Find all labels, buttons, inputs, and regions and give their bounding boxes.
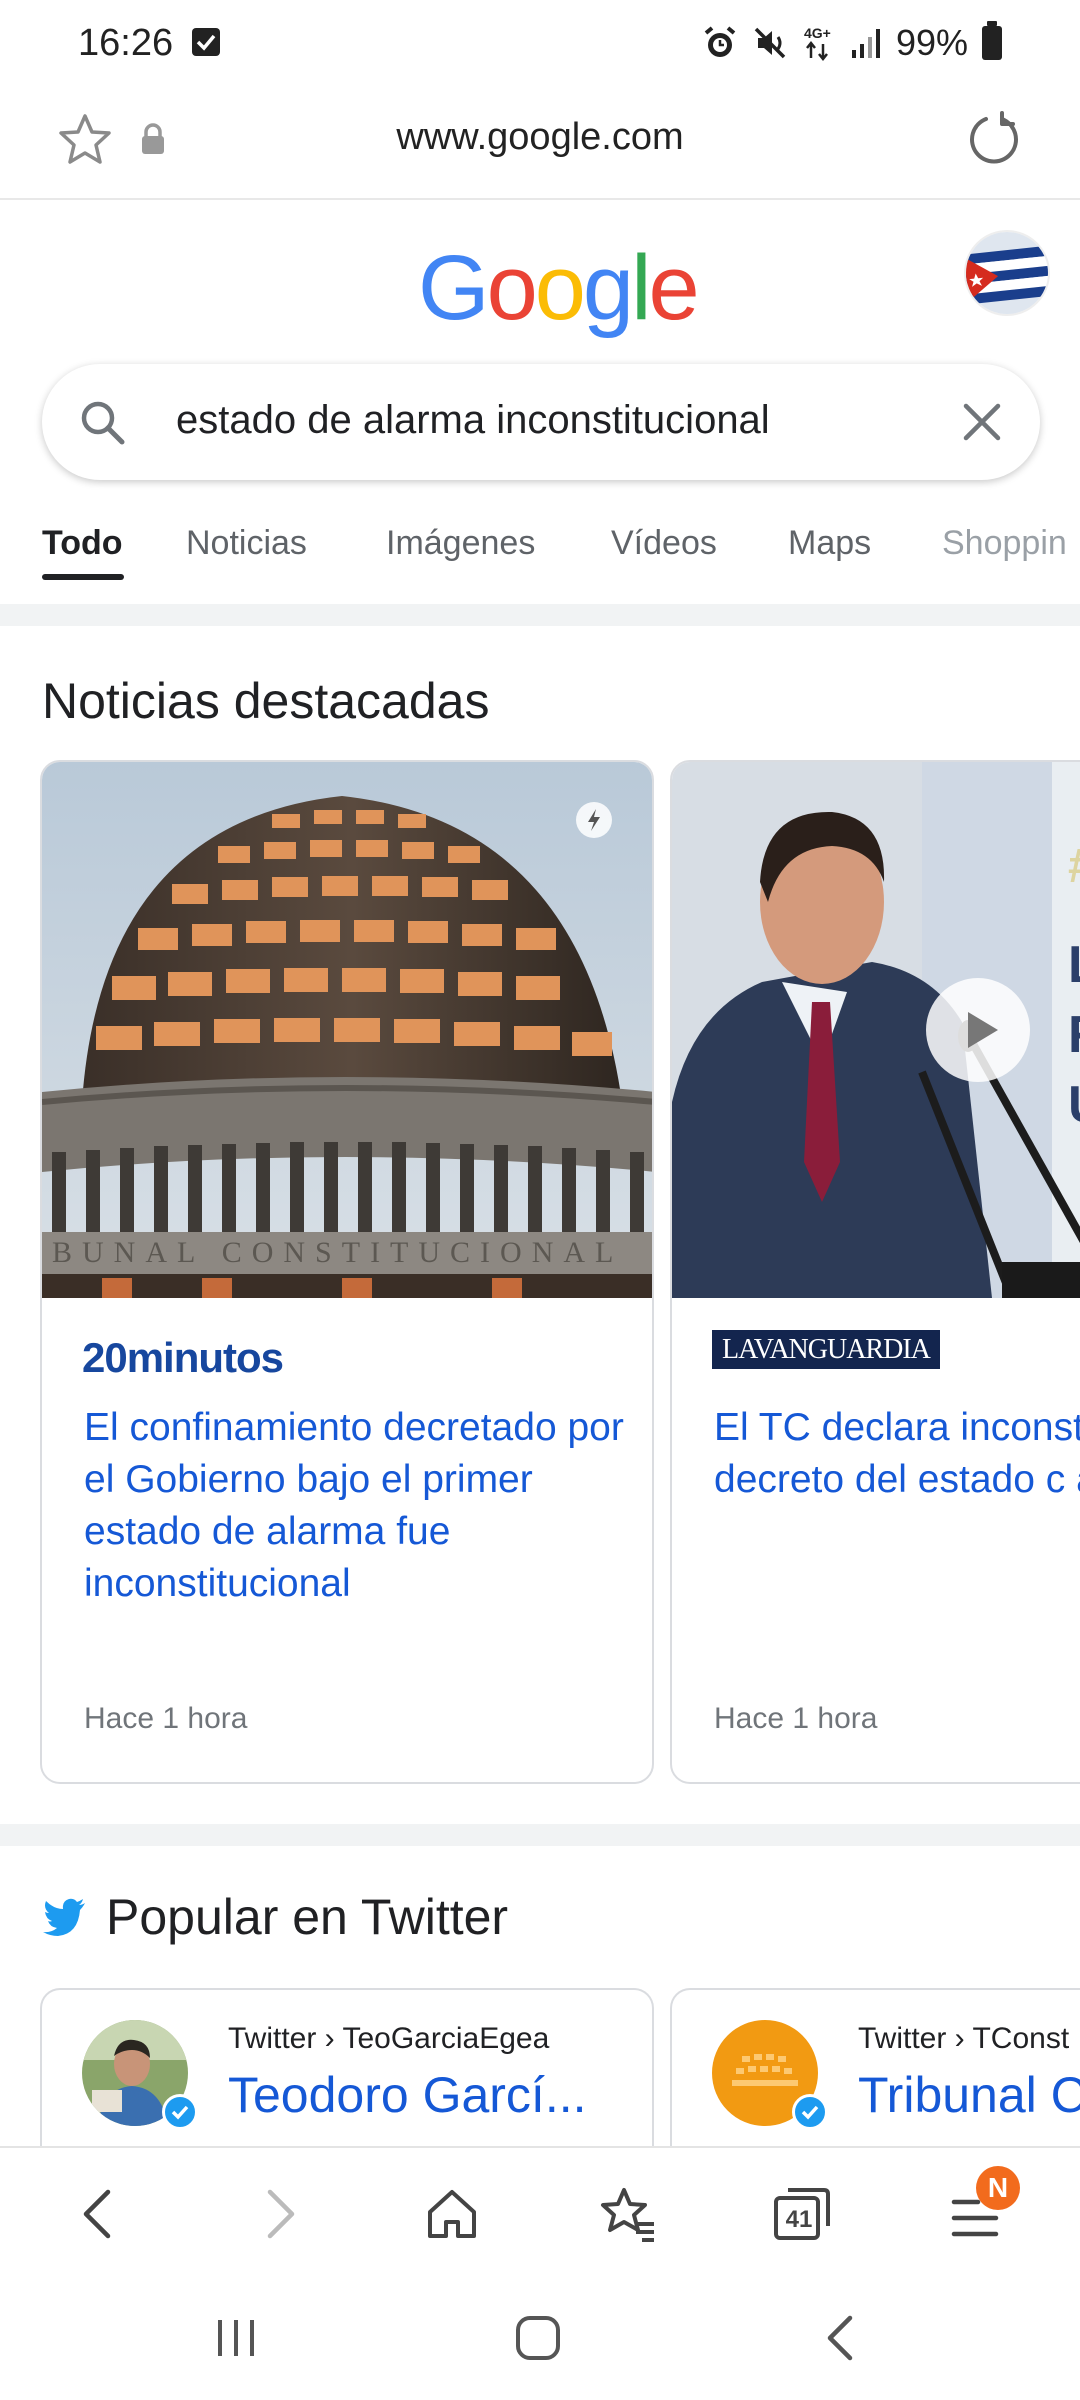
news-timestamp: Hace 1 hora [714, 1702, 878, 1735]
recent-apps-icon[interactable] [214, 2318, 258, 2358]
twitter-path: Twitter › TConst [858, 2022, 1070, 2055]
search-input[interactable]: estado de alarma inconstitucional [176, 398, 770, 443]
svg-text:L: L [1068, 936, 1080, 994]
twitter-card[interactable]: Twitter › TConst Tribunal C [670, 1988, 1080, 2148]
twitter-bird-icon [43, 1898, 85, 1936]
tab-videos[interactable]: Vídeos [611, 524, 717, 563]
news-card[interactable]: # L R U LAVANGUARDIA El TC declara incon… [670, 760, 1080, 1784]
news-image-video[interactable]: # L R U [672, 762, 1080, 1298]
tab-shopping[interactable]: Shoppin [942, 524, 1067, 563]
verified-badge-icon [792, 2094, 828, 2130]
tab-imagenes[interactable]: Imágenes [386, 524, 535, 563]
building-inscription: BUNAL CONSTITUCIONAL [52, 1236, 623, 1269]
twitter-heading: Popular en Twitter [42, 1888, 508, 1946]
tabs-button[interactable]: 41 [772, 2182, 834, 2244]
twitter-card[interactable]: Twitter › TeoGarciaEgea Teodoro Garcí... [40, 1988, 654, 2148]
cell-signal-icon [851, 29, 880, 58]
twitter-account-name[interactable]: Tribunal C [858, 2066, 1080, 2124]
twitter-account-name[interactable]: Teodoro Garcí... [228, 2066, 587, 2124]
menu-notification-badge: N [976, 2166, 1020, 2210]
news-source-logo: 20minutos [82, 1334, 284, 1382]
logo-letter: o [486, 237, 538, 339]
twitter-heading-text: Popular en Twitter [106, 1889, 509, 1945]
amp-lightning-icon [576, 802, 612, 838]
svg-text:#: # [1068, 840, 1080, 893]
svg-text:4G+: 4G+ [804, 25, 831, 41]
svg-text:R: R [1068, 1006, 1080, 1064]
url-text[interactable]: www.google.com [0, 116, 1080, 159]
active-tab-indicator [42, 574, 124, 580]
status-time: 16:26 [78, 22, 174, 64]
browser-toolbar: 41 N [0, 2146, 1080, 2276]
logo-letter: g [582, 237, 634, 339]
google-logo[interactable]: Google [418, 236, 700, 341]
search-box[interactable]: estado de alarma inconstitucional [42, 364, 1040, 480]
source-20minutos: 20minutos [82, 1334, 284, 1381]
back-nav-icon[interactable] [820, 2314, 860, 2362]
status-icons: 4G+ 99% [702, 21, 1002, 64]
divider [0, 1824, 1080, 1846]
news-source-logo: LAVANGUARDIA [712, 1330, 940, 1369]
home-icon[interactable] [422, 2184, 482, 2244]
logo-letter: e [648, 237, 700, 339]
clear-search-icon[interactable] [960, 400, 1004, 444]
status-bar: 16:26 4G+ 99% [0, 0, 1080, 88]
twitter-path: Twitter › TeoGarciaEgea [228, 2022, 550, 2055]
news-timestamp: Hace 1 hora [84, 1702, 248, 1735]
svg-text:U: U [1068, 1076, 1080, 1134]
tabs-count: 41 [785, 2206, 813, 2233]
tab-noticias[interactable]: Noticias [186, 524, 307, 563]
4g-signal-icon: 4G+ [804, 25, 831, 62]
logo-letter: o [534, 237, 586, 339]
tab-todo[interactable]: Todo [42, 524, 123, 563]
news-headline[interactable]: El TC declara inconstitucional par decre… [714, 1402, 1080, 1506]
home-nav-icon[interactable] [514, 2314, 562, 2362]
verified-badge-icon [162, 2094, 198, 2130]
mute-icon [754, 27, 786, 59]
logo-letter: G [418, 237, 490, 339]
news-headline[interactable]: El confinamiento decretado por el Gobier… [84, 1402, 624, 1610]
system-nav-bar [0, 2276, 1080, 2400]
search-tabs: Todo Noticias Imágenes Vídeos Maps Shopp… [0, 508, 1080, 588]
divider [0, 604, 1080, 626]
search-icon[interactable] [78, 398, 128, 448]
battery-percent: 99% [895, 22, 968, 63]
battery-icon [982, 21, 1002, 60]
forward-icon[interactable] [248, 2184, 308, 2244]
logo-letter: l [631, 237, 652, 339]
tab-maps[interactable]: Maps [788, 524, 871, 563]
alarm-icon [704, 26, 736, 57]
top-stories-heading: Noticias destacadas [42, 673, 490, 729]
reload-icon[interactable] [966, 110, 1022, 168]
url-bar: www.google.com [0, 88, 1080, 200]
source-lavanguardia: LAVANGUARDIA [712, 1330, 940, 1369]
bookmarks-icon[interactable] [598, 2184, 658, 2244]
news-card[interactable]: BUNAL CONSTITUCIONAL 20minutos El confin… [40, 760, 654, 1784]
back-icon[interactable] [70, 2184, 130, 2244]
account-avatar[interactable] [964, 230, 1050, 316]
news-image-constitutional-court[interactable]: BUNAL CONSTITUCIONAL [42, 762, 652, 1298]
play-video-button[interactable] [926, 978, 1030, 1082]
checkbox-notification-icon [192, 28, 220, 56]
